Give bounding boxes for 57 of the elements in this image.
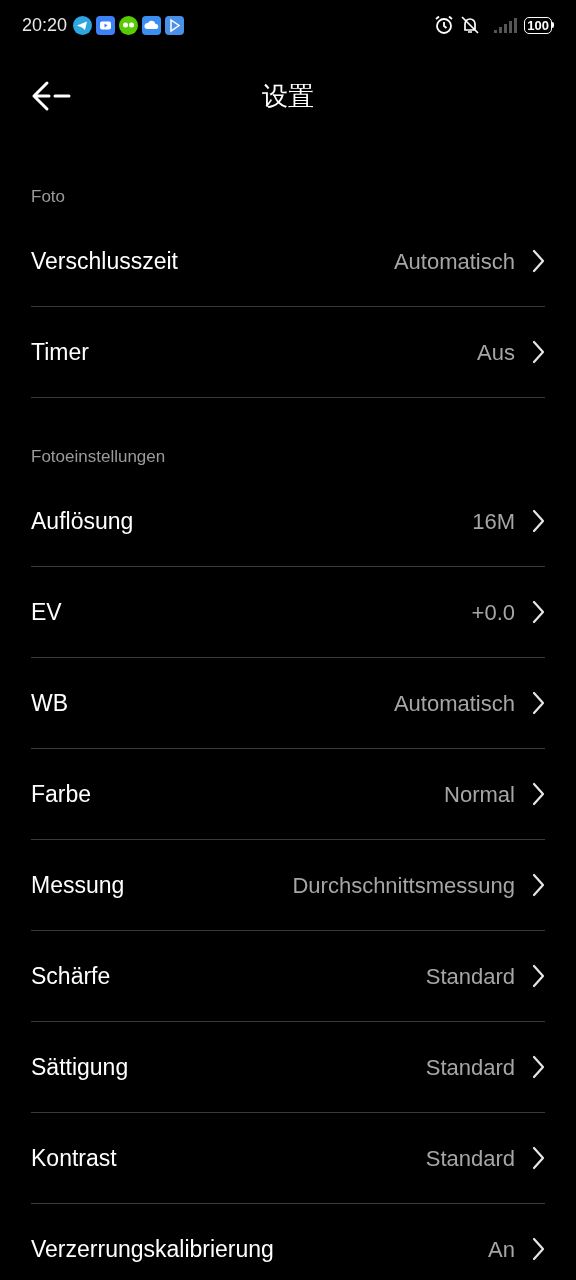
setting-label: Auflösung [31, 506, 134, 536]
setting-value: 16M [472, 507, 515, 536]
setting-label: EV [31, 597, 62, 627]
chevron-right-icon [531, 964, 545, 988]
chevron-right-icon [531, 249, 545, 273]
chevron-right-icon [531, 1146, 545, 1170]
settings-row[interactable]: Timer Aus [31, 307, 545, 397]
setting-value: +0.0 [471, 598, 515, 627]
messenger-app-icon [73, 15, 93, 35]
setting-label: Messung [31, 870, 125, 900]
play-app-icon [165, 15, 185, 35]
chevron-right-icon [531, 509, 545, 533]
settings-row[interactable]: Verschlusszeit Automatisch [31, 216, 545, 306]
setting-value: Standard [425, 1144, 515, 1173]
video-app-icon [96, 15, 116, 35]
back-arrow-icon[interactable] [31, 80, 71, 112]
setting-value: Standard [425, 962, 515, 991]
setting-label: Farbe [31, 779, 92, 809]
setting-value: Standard [425, 1053, 515, 1082]
chevron-right-icon [531, 873, 545, 897]
setting-label: Sättigung [31, 1052, 129, 1082]
setting-label: Verzerrungskalibrierung [31, 1234, 274, 1264]
setting-value: Normal [444, 780, 515, 809]
setting-label: Schärfe [31, 961, 111, 991]
settings-row[interactable]: Sättigung Standard [31, 1022, 545, 1112]
setting-label: Timer [31, 337, 89, 367]
setting-label: Kontrast [31, 1143, 117, 1173]
settings-row[interactable]: Farbe Normal [31, 749, 545, 839]
signal-icon [494, 17, 519, 33]
setting-value: Durchschnittsmessung [292, 871, 515, 900]
status-time: 20:20 [22, 13, 68, 37]
chevron-right-icon [531, 600, 545, 624]
chevron-right-icon [531, 1055, 545, 1079]
settings-row[interactable]: EV +0.0 [31, 567, 545, 657]
cloud-app-icon [142, 15, 162, 35]
setting-value: Automatisch [393, 689, 515, 718]
settings-row[interactable]: WB Automatisch [31, 658, 545, 748]
settings-row[interactable]: Verzerrungskalibrierung An [31, 1204, 545, 1280]
setting-label: Verschlusszeit [31, 246, 178, 276]
page-title: 设置 [262, 79, 314, 113]
chevron-right-icon [531, 340, 545, 364]
chevron-right-icon [531, 1237, 545, 1261]
settings-row[interactable]: Messung Durchschnittsmessung [31, 840, 545, 930]
chevron-right-icon [531, 782, 545, 806]
chevron-right-icon [531, 691, 545, 715]
setting-value: Automatisch [393, 247, 515, 276]
settings-row[interactable]: Kontrast Standard [31, 1113, 545, 1203]
muted-bell-icon [460, 15, 481, 35]
settings-row[interactable]: Auflösung 16M [31, 476, 545, 566]
settings-row[interactable]: Schärfe Standard [31, 931, 545, 1021]
setting-value: An [488, 1235, 515, 1264]
setting-label: WB [31, 688, 69, 718]
alarm-icon [434, 15, 455, 35]
setting-value: Aus [477, 338, 515, 367]
section-heading: Foto [31, 187, 66, 206]
battery-icon: 100 [524, 16, 554, 34]
section-heading: Fotoeinstellungen [31, 447, 166, 466]
